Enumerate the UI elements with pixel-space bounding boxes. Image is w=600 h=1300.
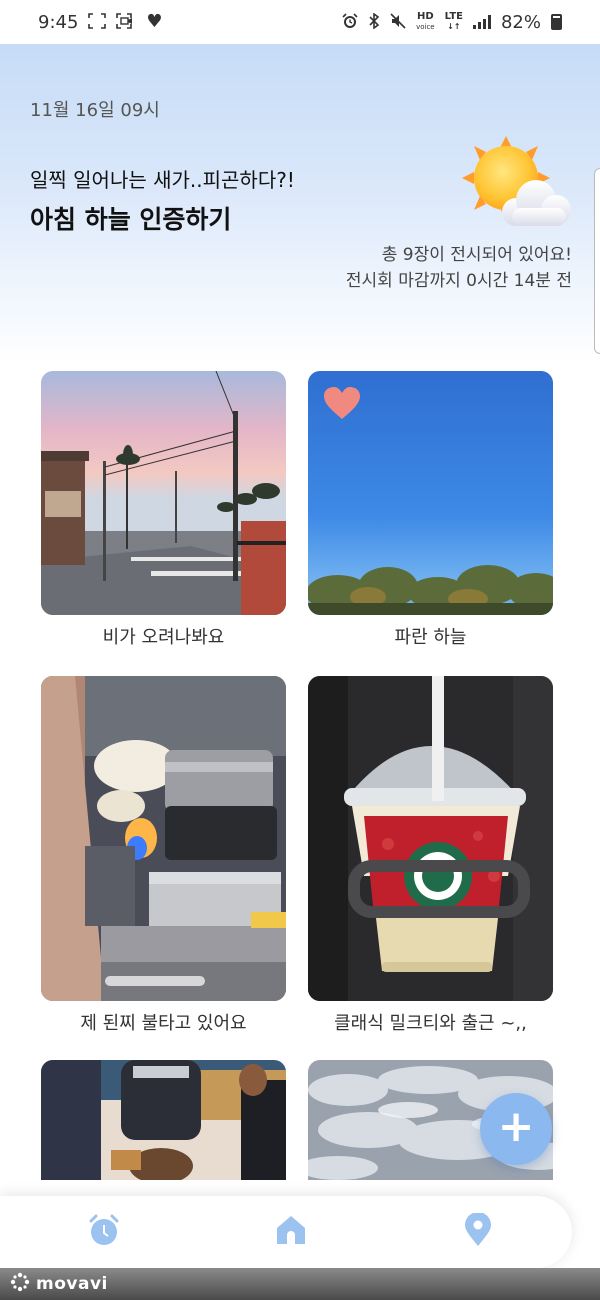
sun-behind-cloud-icon <box>454 134 574 234</box>
signal-icon <box>472 15 491 29</box>
photo-count-text: 총 9장이 전시되어 있어요! <box>381 245 572 265</box>
screen-record-icon <box>116 12 136 32</box>
gallery-item[interactable]: 클래식 밀크티와 출근 ~,, <box>308 676 553 1035</box>
gallery-item[interactable]: 파란 하늘 <box>308 371 553 649</box>
mute-icon <box>390 12 406 32</box>
status-bar: 9:45 ♥ HD voice LTE ↓↑ 82% <box>0 0 600 44</box>
battery-icon <box>551 14 562 30</box>
lte-indicator: LTE ↓↑ <box>444 11 463 32</box>
lte-label: LTE <box>444 11 463 22</box>
liked-heart-icon[interactable] <box>324 387 360 421</box>
photo-caption: 비가 오려나봐요 <box>102 627 225 648</box>
screenshot-icon <box>88 12 107 32</box>
bottom-navigation <box>0 1196 572 1268</box>
voice-label: voice <box>416 23 435 31</box>
gallery-photo[interactable] <box>41 676 286 1001</box>
hd-label: HD <box>417 11 434 22</box>
photo-caption: 파란 하늘 <box>394 627 467 648</box>
status-left: 9:45 ♥ <box>38 12 163 33</box>
heart-icon: ♥ <box>146 11 163 32</box>
exhibition-subtitle: 일찍 일어나는 새가..피곤하다?! <box>30 168 295 192</box>
status-time: 9:45 <box>38 11 79 33</box>
watermark-bar: movavi <box>0 1268 600 1300</box>
nav-alarm-button[interactable] <box>80 1208 128 1256</box>
scroll-indicator[interactable] <box>594 168 600 354</box>
gallery-item[interactable] <box>41 1060 286 1180</box>
bluetooth-icon <box>368 11 380 32</box>
exhibition-date: 11월 16일 09시 <box>30 100 160 121</box>
gallery-photo[interactable] <box>308 371 553 615</box>
hd-voice-indicator: HD voice <box>416 12 435 32</box>
gallery-photo[interactable] <box>41 1060 286 1180</box>
add-photo-button[interactable]: + <box>480 1093 552 1165</box>
header-banner: 11월 16일 09시 일찍 일어나는 새가..피곤하다?! 아침 하늘 인증하… <box>0 44 600 364</box>
battery-percent: 82% <box>500 11 541 33</box>
nav-home-button[interactable] <box>267 1208 315 1256</box>
watermark-text: movavi <box>36 1274 108 1294</box>
gallery-photo[interactable] <box>41 371 286 615</box>
alarm-clock-icon <box>87 1213 121 1251</box>
photo-caption: 제 된찌 불타고 있어요 <box>80 1013 247 1034</box>
plus-icon: + <box>497 1101 535 1152</box>
home-icon <box>274 1213 308 1251</box>
gallery-item[interactable]: 제 된찌 불타고 있어요 <box>41 676 286 1035</box>
alarm-icon <box>342 12 358 32</box>
movavi-logo-icon <box>10 1272 30 1296</box>
gallery-photo[interactable] <box>308 676 553 1001</box>
location-pin-icon <box>463 1212 493 1251</box>
photo-caption: 클래식 밀크티와 출근 ~,, <box>334 1013 527 1034</box>
gallery-item[interactable]: 비가 오려나봐요 <box>41 371 286 649</box>
deadline-text: 전시회 마감까지 0시간 14분 전 <box>345 271 572 291</box>
nav-location-button[interactable] <box>454 1208 502 1256</box>
exhibition-title: 아침 하늘 인증하기 <box>30 205 232 234</box>
status-right: HD voice LTE ↓↑ 82% <box>342 12 562 33</box>
